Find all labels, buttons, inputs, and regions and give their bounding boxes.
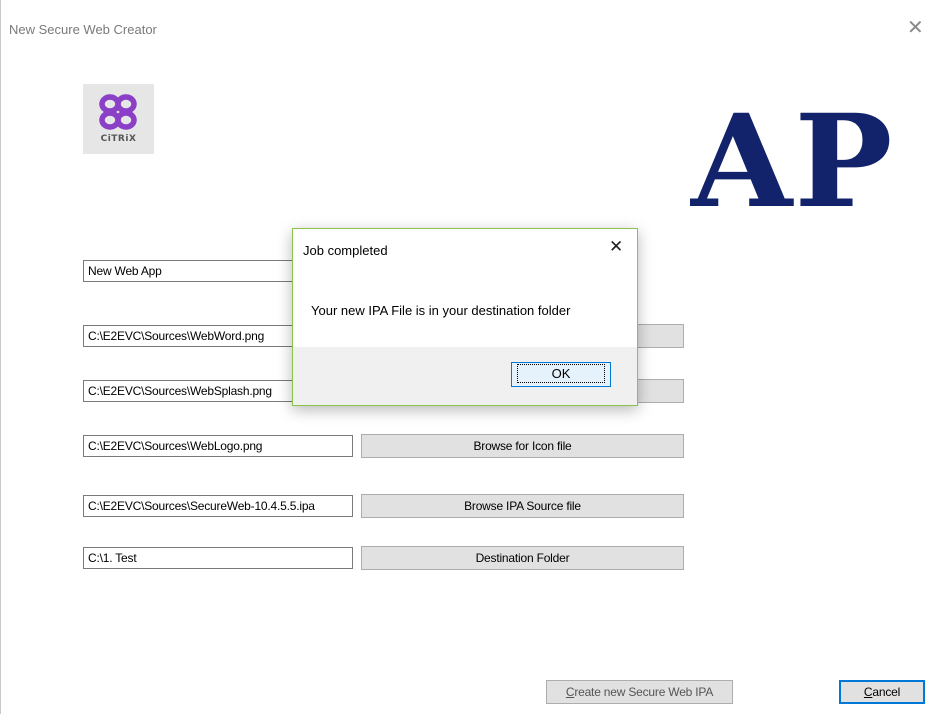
browse-icon-button[interactable]: Browse for Icon file bbox=[361, 434, 684, 458]
logo-path-field[interactable]: C:\E2EVC\Sources\WebLogo.png bbox=[83, 435, 353, 457]
dialog-message: Your new IPA File is in your destination… bbox=[311, 303, 571, 318]
cancel-button[interactable]: Cancel bbox=[839, 680, 925, 704]
dialog-close-icon[interactable]: ✕ bbox=[609, 238, 623, 256]
browse-ipa-button[interactable]: Browse IPA Source file bbox=[361, 494, 684, 518]
dialog-footer: OK bbox=[293, 347, 637, 405]
citrix-butterfly-icon bbox=[99, 94, 137, 130]
ok-button-label: OK bbox=[516, 364, 606, 383]
brand-logo: AP bbox=[691, 87, 895, 237]
destination-folder-button[interactable]: Destination Folder bbox=[361, 546, 684, 570]
dialog-title: Job completed bbox=[303, 243, 388, 258]
citrix-logo: CiTRiX bbox=[83, 84, 154, 154]
ipa-source-path-field[interactable]: C:\E2EVC\Sources\SecureWeb-10.4.5.5.ipa bbox=[83, 495, 353, 517]
close-icon[interactable]: ✕ bbox=[907, 18, 924, 38]
cancel-label: ancel bbox=[872, 685, 901, 699]
create-ipa-label: reate new Secure Web IPA bbox=[574, 685, 714, 699]
ok-button[interactable]: OK bbox=[511, 362, 611, 387]
window-title: New Secure Web Creator bbox=[9, 22, 157, 37]
destination-path-field[interactable]: C:\1. Test bbox=[83, 547, 353, 569]
create-ipa-button[interactable]: Create new Secure Web IPA bbox=[546, 680, 733, 704]
citrix-logo-text: CiTRiX bbox=[100, 134, 137, 144]
job-completed-dialog: Job completed ✕ Your new IPA File is in … bbox=[292, 228, 638, 406]
